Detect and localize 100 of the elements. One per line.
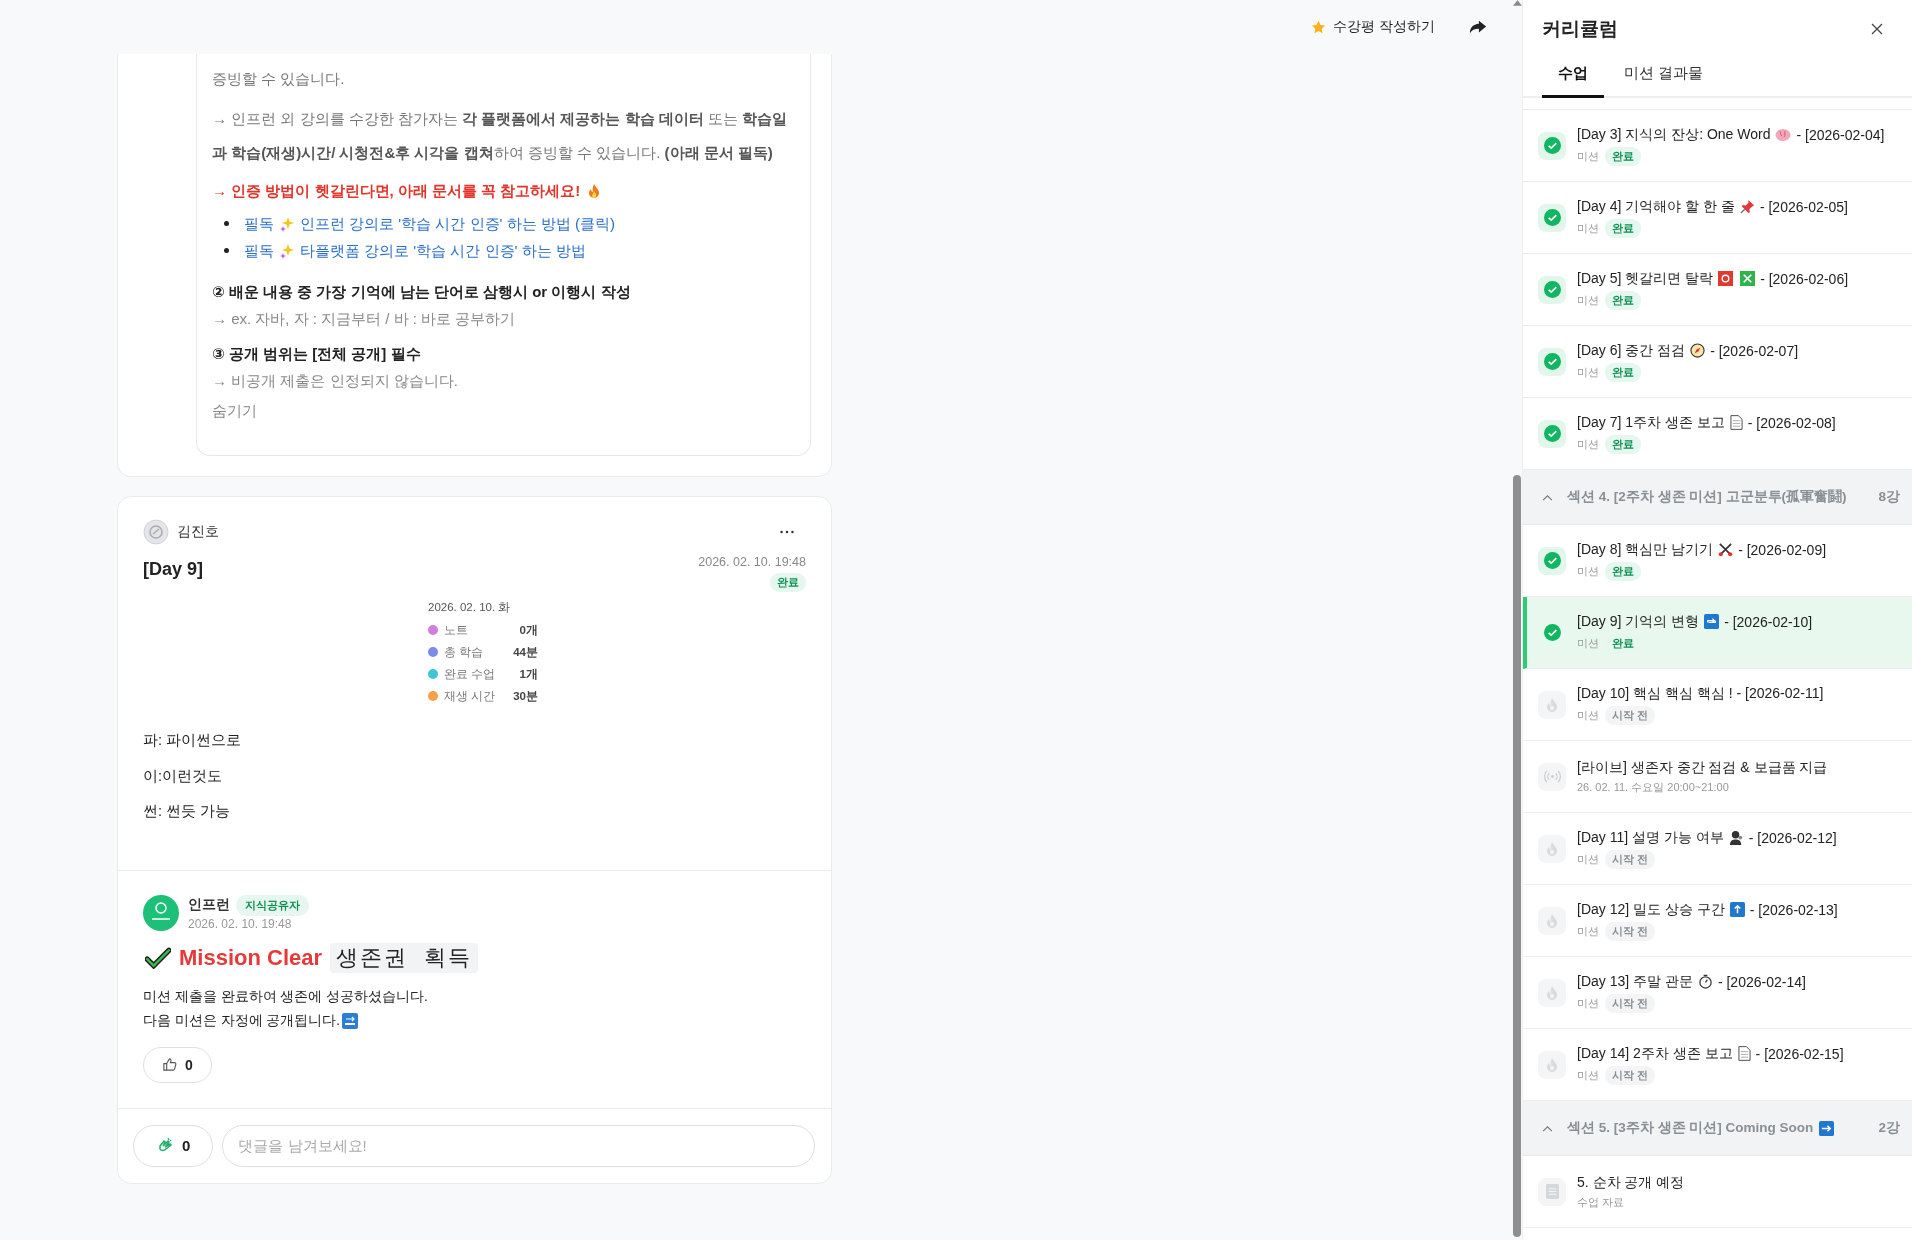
comment-date: 2026. 02. 10. 19:48 (188, 916, 293, 931)
status-badge: 완료 (1605, 362, 1641, 382)
lesson-title: [Day 9] 기억의 변형 (1577, 612, 1700, 631)
scroll-up-icon[interactable] (1512, 0, 1522, 6)
lesson-item[interactable]: [Day 3] 지식의 잔상: One Word - [2026-02-04] 미션 완료 (1523, 110, 1912, 182)
lesson-title: [Day 7] 1주차 생존 보고 (1577, 413, 1725, 432)
lesson-item[interactable]: [Day 6] 중간 점검 - [2026-02-07] 미션 완료 (1523, 326, 1912, 398)
lesson-item[interactable]: [Day 4] 기억해야 할 한 줄 - [2026-02-05] 미션 완료 (1523, 182, 1912, 254)
lesson-type: 미션 (1577, 292, 1599, 308)
more-icon[interactable] (780, 530, 794, 534)
lesson-item[interactable]: [Day 5] 헷갈리면 탈락 - [2026-02-06] 미션 완료 (1523, 254, 1912, 326)
lesson-item[interactable]: [Day 13] 주말 관문 - [2026-02-14] 미션 시작 전 (1523, 957, 1912, 1029)
post-text: 파: 파이썬으로 (143, 731, 243, 750)
lesson-date: - [2026-02-07] (1710, 342, 1799, 359)
lesson-item[interactable]: [Day 11] 설명 가능 여부 - [2026-02-12] 미션 시작 전 (1523, 813, 1912, 885)
check-circle-icon (1543, 353, 1561, 370)
lesson-type: 미션 (1577, 220, 1599, 236)
lesson-type: 미션 (1577, 364, 1599, 380)
scissors-icon (1718, 542, 1734, 557)
stopwatch-icon (1697, 974, 1713, 989)
lesson-date: - [2026-02-12] (1748, 829, 1837, 846)
document-link[interactable]: 필독 (244, 237, 274, 264)
flame-icon (1544, 912, 1560, 929)
status-badge: 완료 (1605, 146, 1641, 166)
pushpin-icon (1739, 199, 1755, 214)
comment-field[interactable]: 댓글을 남겨보세요! (222, 1124, 815, 1167)
close-icon[interactable] (1871, 23, 1883, 35)
document-icon (1545, 1184, 1559, 1199)
panel-title: 커리큘럼 (1542, 17, 1618, 41)
document-link[interactable]: 타플랫폼 강의로 '학습 시간 인증' 하는 방법 (300, 237, 586, 264)
lesson-title: [Day 5] 헷갈리면 탈락 (1577, 269, 1714, 288)
document-link[interactable]: 인프런 강의로 '학습 시간 인증' 하는 방법 (클릭) (300, 210, 615, 237)
flame-icon (1544, 984, 1560, 1001)
stat-value: 1개 (519, 666, 538, 682)
stat-value: 44분 (513, 644, 538, 660)
status-badge: 완료 (1605, 434, 1641, 454)
check-circle-icon (1543, 425, 1561, 442)
lesson-title: [Day 13] 주말 관문 (1577, 972, 1693, 991)
status-badge: 완료 (1605, 290, 1641, 310)
page-icon (1729, 415, 1743, 430)
author-name: 김진호 (177, 523, 219, 541)
panel-tab[interactable]: 수업 (1542, 50, 1604, 98)
notice-paragraph: → 인프런 외 강의를 수강한 참가자는 각 플랫폼에서 제공하는 학습 데이터 또는 학습일과 학습(재생)시간/ 시청전&후 시각을 캡쳐하여 증빙할 수 있습니다. (아래 문서 필독) (212, 109, 789, 163)
lesson-title: [Day 4] 기억해야 할 한 줄 (1577, 197, 1735, 216)
section-title: 섹션 5. [3주차 생존 미션] Coming Soon (1567, 1119, 1814, 1137)
check-circle-icon (1543, 137, 1561, 154)
post-date: 2026. 02. 10. 19:48 (698, 555, 806, 569)
flame-icon (1544, 696, 1560, 713)
avatar-icon (143, 519, 169, 545)
lesson-type: 미션 (1577, 635, 1599, 651)
brain-icon (1775, 127, 1792, 142)
x-mark-icon (1740, 271, 1756, 286)
lesson-type: 미션 (1577, 707, 1599, 723)
status-badge: 시작 전 (1605, 993, 1656, 1013)
role-badge: 지식공유자 (236, 894, 309, 916)
scrollbar-thumb[interactable] (1513, 475, 1521, 1237)
post-title: [Day 9] (143, 559, 204, 581)
status-badge: 시작 전 (1605, 1065, 1656, 1085)
lesson-title: [Day 3] 지식의 잔상: One Word (1577, 125, 1771, 144)
highlight-text: 생존권 획득 (330, 942, 479, 973)
flame-icon (1544, 1056, 1560, 1073)
lesson-item[interactable]: [Day 10] 핵심 핵심 핵심 ! - [2026-02-11] 미션 시작 전 (1523, 669, 1912, 741)
lesson-count: 8강 (1878, 488, 1900, 506)
lesson-title: [Day 6] 중간 점검 (1577, 341, 1686, 360)
lesson-date: - [2026-02-13] (1749, 901, 1838, 918)
write-review-button[interactable]: 수강평 작성하기 (1311, 16, 1435, 38)
lesson-type: 미션 (1577, 436, 1599, 452)
lesson-type: 미션 (1577, 148, 1599, 164)
stat-label: 총 학습 (444, 644, 484, 660)
comment-text: 미션 제출을 완료하여 생존에 성공하셨습니다. (143, 987, 429, 1006)
author-name: 인프런 (188, 896, 230, 914)
panel-tab[interactable]: 미션 결과물 (1610, 50, 1718, 98)
page-icon (1737, 1046, 1751, 1061)
hide-link[interactable]: 숨기기 (212, 402, 257, 421)
document-link[interactable]: 필독 (244, 210, 274, 237)
live-schedule: 26. 02. 11. 수요일 20:00~21:00 (1577, 779, 1729, 795)
bullet-icon (224, 221, 229, 226)
lesson-type: 미션 (1577, 563, 1599, 579)
lesson-type: 수업 자료 (1577, 1194, 1625, 1210)
clap-button[interactable]: 0 (133, 1124, 214, 1167)
like-button[interactable]: 0 (143, 1046, 212, 1083)
status-badge: 완료 (1605, 218, 1641, 238)
alert-text: → 인증 방법이 헷갈린다면, 아래 문서를 꼭 참고하세요! (212, 181, 581, 201)
lesson-date: - [2026-02-08] (1747, 414, 1836, 431)
lesson-item[interactable]: [Day 12] 밀도 상승 구간 - [2026-02-13] 미션 시작 전 (1523, 885, 1912, 957)
lesson-title: [Day 12] 밀도 상승 구간 (1577, 900, 1725, 919)
soon-icon (342, 1012, 358, 1029)
check-circle-icon (1543, 624, 1561, 641)
chevron-icon (1542, 493, 1553, 501)
check-circle-icon (1543, 552, 1561, 569)
lesson-item[interactable]: [라이브] 생존자 중간 점검 & 보급품 지급 26. 02. 11. 수요일 20:00~21:00 (1523, 741, 1912, 813)
thumbs-up-icon (162, 1057, 177, 1072)
notice-heading: ③ 공개 범위는 [전체 공개] 필수 (212, 344, 422, 364)
repeat-icon (1704, 614, 1720, 629)
lesson-item[interactable]: [Day 9] 기억의 변형 - [2026-02-10] 미션 완료 (1523, 597, 1912, 669)
lesson-item[interactable]: 5. 순차 공개 예정 수업 자료 (1523, 1156, 1912, 1228)
lesson-date: - [2026-02-09] (1738, 541, 1827, 558)
lesson-count: 2강 (1878, 1119, 1900, 1137)
check-circle-icon (1543, 281, 1561, 298)
check-mark-icon (145, 946, 171, 969)
